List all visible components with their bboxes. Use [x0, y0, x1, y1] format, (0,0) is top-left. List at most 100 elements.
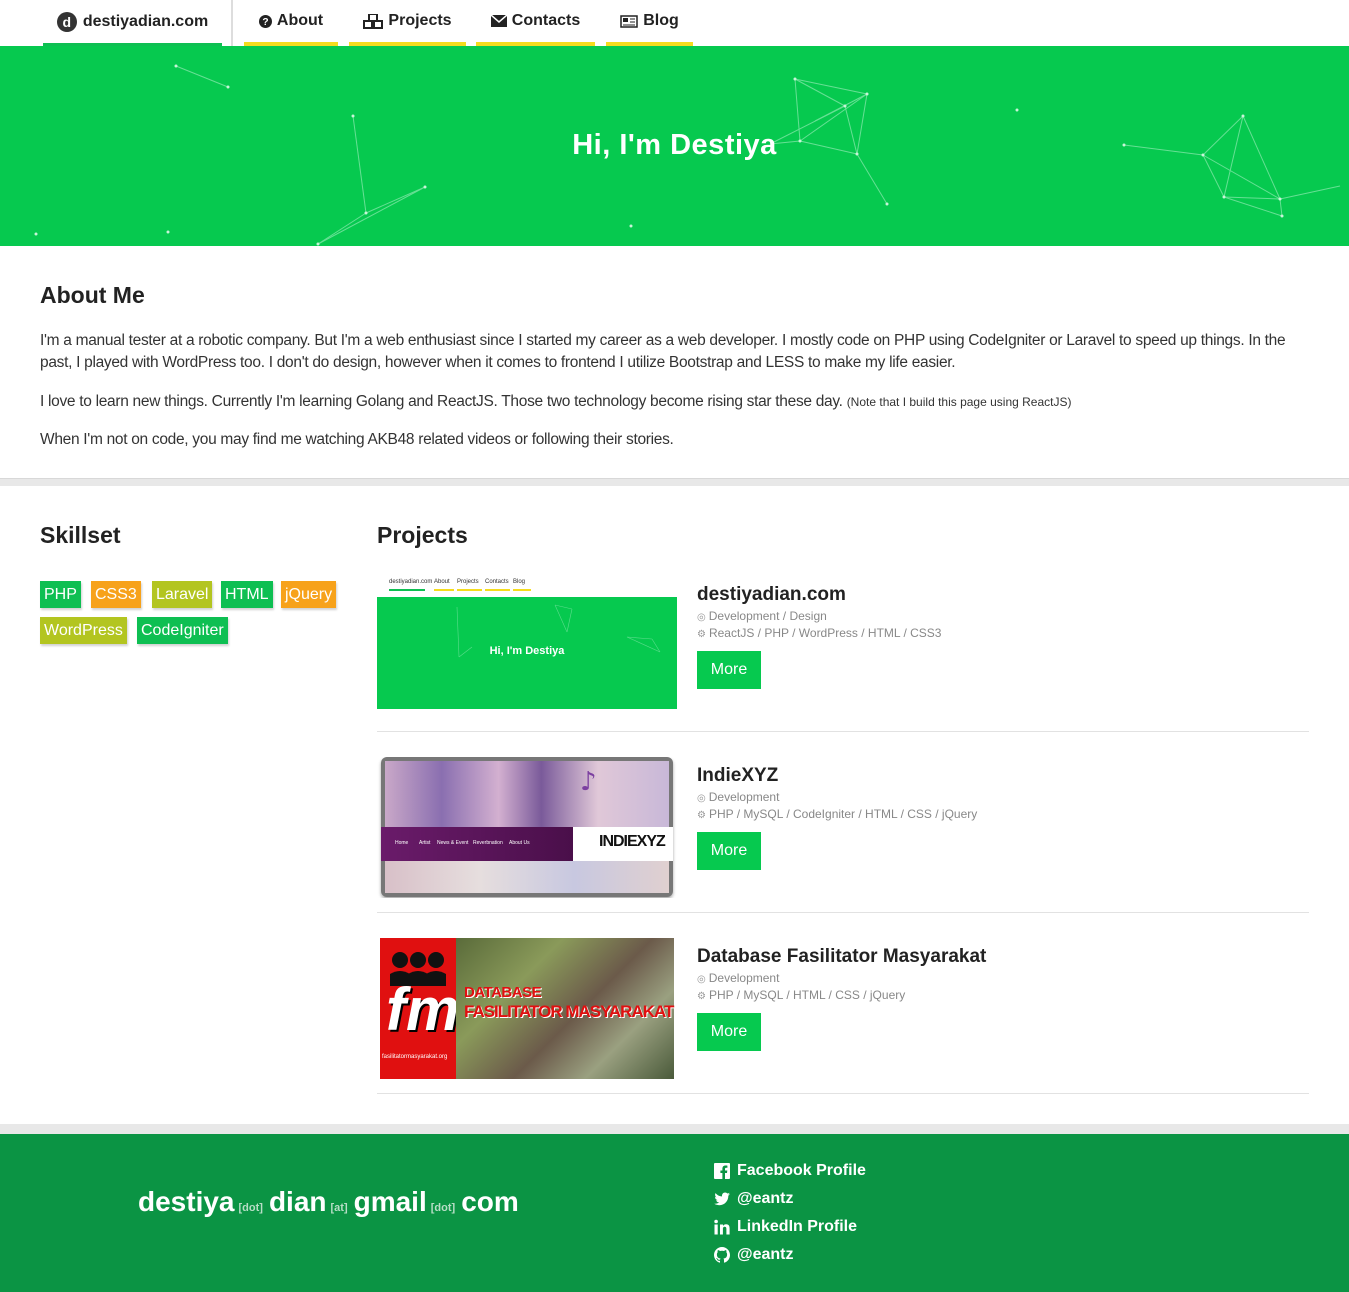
social-link-github[interactable]: @eantz: [714, 1246, 794, 1264]
nav-item-label: About: [276, 12, 324, 29]
skillset-heading: Skillset: [40, 522, 121, 548]
social-label: LinkedIn Profile: [737, 1218, 858, 1235]
about-heading: About Me: [40, 282, 145, 308]
project-card: ♪ Home Artist News & Event Reverbnation …: [377, 757, 1309, 938]
thumb-hero-title: Hi, I'm Destiya: [489, 645, 565, 657]
email-sep: [dot]: [430, 1202, 456, 1214]
email-part: gmail: [353, 1186, 427, 1217]
project-role-text: Development: [708, 971, 780, 985]
social-label: Facebook Profile: [737, 1162, 866, 1179]
hero-title: Hi, I'm Destiya: [572, 129, 777, 161]
project-role: ◎ Development / Design: [697, 609, 827, 623]
project-divider: [377, 912, 1309, 913]
email-address: destiya [dot] dian [at] gmail [dot] com: [138, 1186, 519, 1218]
email-part: com: [461, 1186, 519, 1217]
hero-banner: Hi, I'm Destiya: [0, 46, 1349, 246]
thumb-nav-bar: Home Artist News & Event Reverbnation Ab…: [381, 827, 573, 861]
social-label: @eantz: [737, 1190, 794, 1207]
project-stack-text: PHP / MySQL / CodeIgniter / HTML / CSS /…: [708, 807, 978, 821]
thumb-music-scribble: ♪: [580, 767, 597, 797]
project-card: fm fasilitatormasyarakat.org DATABASE FA…: [377, 938, 1309, 1119]
thumb-nav-item: Projects: [457, 579, 482, 591]
thumb-nav-item: About Us: [509, 840, 530, 846]
thumb-nav-item: News & Event: [437, 840, 469, 846]
section-divider: [0, 478, 1349, 486]
about-paragraph-2-text: I love to learn new things. Currently I'…: [40, 393, 843, 410]
nav-item-blog[interactable]: Blog: [606, 0, 693, 46]
thumb-logo-panel: fm fasilitatormasyarakat.org: [380, 938, 460, 1079]
thumb-logo-text: INDIEXYZ: [599, 833, 666, 850]
project-more-button[interactable]: More: [697, 1013, 761, 1051]
thumb-title-line2: FASILITATOR MASYARAKAT: [464, 1002, 674, 1021]
nav-item-label: Blog: [643, 12, 679, 29]
thumb-nav-item: Blog: [513, 579, 531, 591]
social-label: @eantz: [737, 1246, 794, 1263]
brand-link[interactable]: d destiyadian.com: [43, 0, 222, 46]
cubes-icon: [363, 13, 384, 29]
email-part: destiya: [138, 1186, 235, 1217]
thumb-nav-item: Contacts: [485, 579, 510, 591]
about-paragraph-2: I love to learn new things. Currently I'…: [40, 391, 1312, 413]
cogs-icon: ⚙: [697, 810, 706, 821]
question-circle-icon: ?: [258, 14, 272, 28]
skill-tag-php: PHP: [40, 581, 81, 608]
thumb-title-line1: DATABASE: [464, 984, 542, 1001]
thumb-logo-area: INDIEXYZ: [573, 827, 673, 861]
thumb-nav-item: About: [434, 579, 454, 591]
thumb-logo-text: fm: [386, 976, 460, 1043]
newspaper-icon: [620, 14, 638, 28]
project-stack: ⚙ ReactJS / PHP / WordPress / HTML / CSS3: [697, 626, 941, 640]
social-link-facebook[interactable]: Facebook Profile: [714, 1162, 866, 1180]
envelope-icon: [490, 15, 507, 27]
skill-tag-wordpress: WordPress: [40, 617, 127, 644]
thumb-nav-brand: destiyadian.com: [389, 579, 432, 591]
linkedin-icon: [714, 1219, 730, 1235]
nav-item-about[interactable]: ? About: [244, 0, 338, 46]
cogs-icon: ⚙: [697, 991, 706, 1002]
project-card: destiyadian.com About Projects Contacts …: [377, 576, 1309, 757]
projects-heading: Projects: [377, 522, 468, 548]
social-link-twitter[interactable]: @eantz: [714, 1190, 794, 1208]
project-more-button[interactable]: More: [697, 832, 761, 870]
skill-tag-laravel: Laravel: [152, 581, 213, 608]
about-paragraph-1: I'm a manual tester at a robotic company…: [40, 332, 1286, 371]
thumb-photo: DATABASE FASILITATOR MASYARAKAT: [456, 938, 674, 1079]
circle-icon: ◎: [697, 793, 706, 804]
nav-item-projects[interactable]: Projects: [349, 0, 466, 46]
circle-icon: ◎: [697, 612, 706, 623]
skill-tag-css3: CSS3: [91, 581, 141, 608]
nav-item-contacts[interactable]: Contacts: [476, 0, 595, 46]
project-title: destiyadian.com: [697, 584, 846, 605]
about-section: About Me I'm a manual tester at a roboti…: [0, 246, 1349, 478]
project-thumbnail[interactable]: ♪ Home Artist News & Event Reverbnation …: [377, 757, 677, 898]
project-thumbnail[interactable]: fm fasilitatormasyarakat.org DATABASE FA…: [377, 938, 677, 1079]
svg-text:?: ?: [262, 17, 268, 28]
project-thumbnail[interactable]: destiyadian.com About Projects Contacts …: [377, 576, 677, 717]
thumb-url: fasilitatormasyarakat.org: [382, 1054, 448, 1060]
thumb-banner-art: ♪: [385, 761, 669, 827]
facebook-icon: [714, 1163, 730, 1179]
thumb-nav-item: Reverbnation: [473, 840, 503, 846]
social-link-linkedin[interactable]: LinkedIn Profile: [714, 1218, 857, 1236]
project-role-text: Development / Design: [708, 609, 827, 623]
top-navbar: d destiyadian.com ? About Projects Conta…: [0, 0, 1349, 46]
thumb-navbar: destiyadian.com About Projects Contacts …: [377, 576, 677, 597]
project-role-text: Development: [708, 790, 780, 804]
email-sep: [dot]: [238, 1202, 263, 1214]
twitter-icon: [714, 1192, 730, 1206]
project-title: IndieXYZ: [697, 765, 779, 786]
project-role: ◎ Development: [697, 971, 779, 985]
nav-item-label: Projects: [388, 12, 452, 29]
cogs-icon: ⚙: [697, 629, 706, 640]
project-divider: [377, 1093, 1309, 1094]
project-more-button[interactable]: More: [697, 651, 761, 689]
email-sep: [at]: [330, 1202, 348, 1214]
github-icon: [714, 1247, 730, 1263]
nav-item-label: Contacts: [511, 12, 581, 29]
thumb-nav-item: Artist: [419, 840, 431, 846]
brand-name: destiyadian.com: [82, 12, 209, 30]
circle-icon: ◎: [697, 974, 706, 985]
footer: destiya [dot] dian [at] gmail [dot] com Facebo…: [0, 1134, 1349, 1292]
project-stack: ⚙ PHP / MySQL / HTML / CSS / jQuery: [697, 988, 905, 1002]
project-stack-text: PHP / MySQL / HTML / CSS / jQuery: [708, 988, 906, 1002]
